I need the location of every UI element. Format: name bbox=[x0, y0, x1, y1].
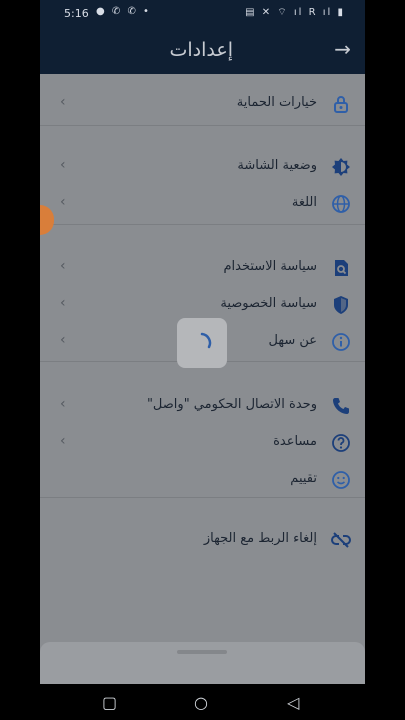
chevron-left-icon: ‹ bbox=[60, 396, 66, 412]
spinner-icon bbox=[200, 332, 212, 349]
settings-item-label: مساعدة bbox=[273, 434, 317, 449]
globe-icon bbox=[332, 195, 350, 213]
settings-item-display-mode[interactable]: وضعية الشاشة ‹ bbox=[40, 148, 365, 186]
settings-item-label: تقييم bbox=[290, 471, 317, 486]
smiley-icon bbox=[332, 471, 350, 489]
settings-item-language[interactable]: اللغة ‹ bbox=[40, 185, 365, 223]
settings-item-label: سياسة الاستخدام bbox=[223, 259, 318, 274]
chevron-left-icon: ‹ bbox=[60, 194, 66, 210]
settings-item-label: خيارات الحماية bbox=[236, 95, 317, 110]
info-icon bbox=[332, 333, 350, 351]
settings-item-label: سياسة الخصوصية bbox=[220, 296, 317, 311]
bottom-sheet[interactable] bbox=[40, 642, 365, 684]
lock-icon bbox=[334, 96, 348, 113]
notification-icons: ● ✆ ✆ • bbox=[96, 6, 151, 17]
system-nav-bar: ▢ ○ ◁ bbox=[0, 684, 405, 720]
arrow-right-icon[interactable]: → bbox=[334, 37, 351, 61]
settings-item-label: اللغة bbox=[291, 195, 317, 210]
settings-item-security[interactable]: خيارات الحماية ‹ bbox=[40, 85, 365, 123]
document-search-icon bbox=[335, 260, 348, 276]
settings-item-label: وضعية الشاشة bbox=[237, 158, 317, 173]
settings-item-label: عن سهل bbox=[268, 333, 317, 348]
loading-spinner bbox=[177, 318, 227, 368]
brightness-icon bbox=[332, 158, 350, 176]
sheet-handle[interactable] bbox=[177, 650, 227, 654]
divider bbox=[40, 224, 365, 225]
unlink-icon bbox=[331, 532, 351, 548]
chevron-left-icon: ‹ bbox=[60, 94, 66, 110]
chevron-left-icon: ‹ bbox=[60, 332, 66, 348]
status-bar: 5:16 ● ✆ ✆ • ▤ ✕ ⌔ ıl R ıl ▮ bbox=[40, 0, 365, 28]
chevron-left-icon: ‹ bbox=[60, 295, 66, 311]
page-title: إعدادات bbox=[169, 39, 234, 61]
settings-item-terms[interactable]: سياسة الاستخدام ‹ bbox=[40, 249, 365, 287]
app-bar: إعدادات → bbox=[40, 28, 365, 74]
chevron-left-icon: ‹ bbox=[60, 433, 66, 449]
settings-list: خيارات الحماية ‹ وضعية الشاشة ‹ اللغة ‹ … bbox=[40, 74, 365, 684]
status-time: 5:16 bbox=[64, 7, 89, 20]
back-triangle-icon[interactable]: ◁ bbox=[287, 693, 299, 712]
settings-item-unlink[interactable]: إلغاء الربط مع الجهاز bbox=[40, 521, 365, 559]
chevron-left-icon: ‹ bbox=[60, 258, 66, 274]
shield-icon bbox=[334, 296, 348, 314]
help-icon bbox=[332, 434, 350, 452]
settings-item-label: وحدة الاتصال الحكومي "واصل" bbox=[146, 397, 317, 412]
home-icon[interactable]: ○ bbox=[194, 693, 208, 712]
divider bbox=[40, 497, 365, 498]
settings-item-contact[interactable]: وحدة الاتصال الحكومي "واصل" ‹ bbox=[40, 387, 365, 425]
settings-item-label: إلغاء الربط مع الجهاز bbox=[203, 531, 317, 546]
settings-item-help[interactable]: مساعدة ‹ bbox=[40, 424, 365, 462]
chevron-left-icon: ‹ bbox=[60, 157, 66, 173]
recents-icon[interactable]: ▢ bbox=[102, 693, 117, 712]
settings-item-rating[interactable]: تقييم bbox=[40, 461, 365, 499]
system-status-icons: ▤ ✕ ⌔ ıl R ıl ▮ bbox=[245, 7, 345, 18]
phone-icon bbox=[333, 398, 349, 414]
divider bbox=[40, 125, 365, 126]
